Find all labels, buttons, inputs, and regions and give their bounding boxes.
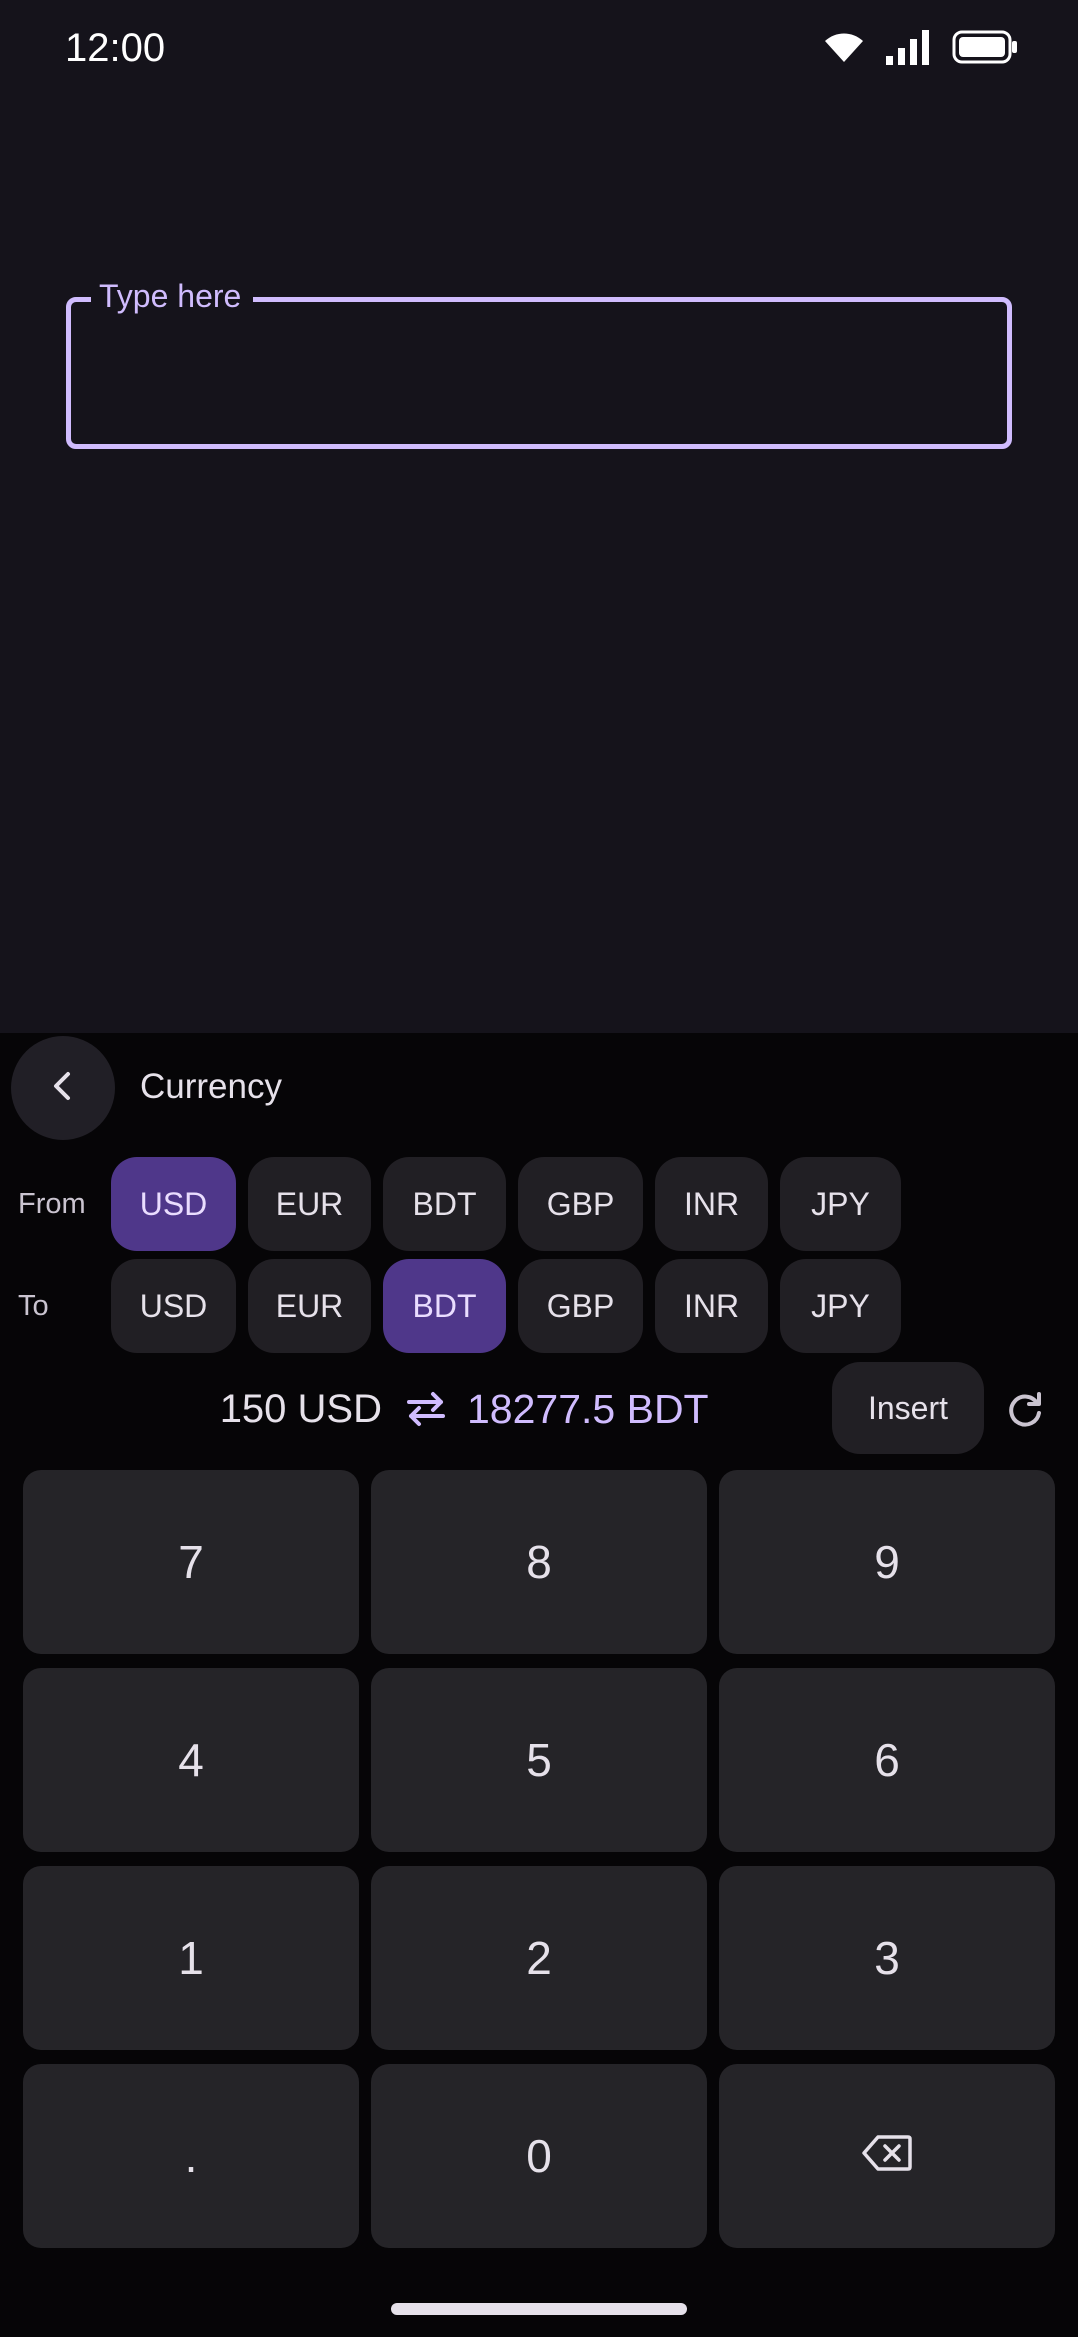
from-label: From bbox=[18, 1188, 86, 1220]
key-1[interactable]: 1 bbox=[23, 1866, 359, 2050]
from-chip-eur[interactable]: EUR bbox=[248, 1157, 371, 1251]
backspace-key[interactable] bbox=[719, 2064, 1055, 2248]
to-chip-gbp[interactable]: GBP bbox=[518, 1259, 643, 1353]
chevron-left-icon bbox=[43, 1066, 83, 1111]
from-chip-inr[interactable]: INR bbox=[655, 1157, 768, 1251]
key-7[interactable]: 7 bbox=[23, 1470, 359, 1654]
refresh-icon[interactable] bbox=[1004, 1389, 1046, 1431]
key-0[interactable]: 0 bbox=[371, 2064, 707, 2248]
from-chip-bdt[interactable]: BDT bbox=[383, 1157, 506, 1251]
from-chip-usd[interactable]: USD bbox=[111, 1157, 236, 1251]
panel-title: Currency bbox=[140, 1067, 282, 1106]
key-6[interactable]: 6 bbox=[719, 1668, 1055, 1852]
home-indicator[interactable] bbox=[391, 2303, 687, 2315]
cellular-signal-icon bbox=[886, 29, 930, 70]
key-8[interactable]: 8 bbox=[371, 1470, 707, 1654]
to-chip-eur[interactable]: EUR bbox=[248, 1259, 371, 1353]
key-9[interactable]: 9 bbox=[719, 1470, 1055, 1654]
backspace-icon bbox=[862, 2129, 912, 2183]
to-label: To bbox=[18, 1290, 49, 1322]
from-chip-jpy[interactable]: JPY bbox=[780, 1157, 901, 1251]
key-4[interactable]: 4 bbox=[23, 1668, 359, 1852]
key-decimal[interactable]: . bbox=[23, 2064, 359, 2248]
status-icons bbox=[824, 28, 1018, 70]
to-chip-inr[interactable]: INR bbox=[655, 1259, 768, 1353]
swap-horiz-icon bbox=[403, 1386, 449, 1432]
insert-button[interactable]: Insert bbox=[832, 1362, 984, 1454]
conversion-amount: 150 USD bbox=[219, 1387, 382, 1431]
back-button[interactable] bbox=[11, 1036, 115, 1140]
wifi-icon bbox=[824, 31, 864, 68]
text-input-field[interactable]: Type here bbox=[66, 274, 1012, 449]
conversion-result: 18277.5 BDT bbox=[467, 1386, 709, 1432]
text-field-label: Type here bbox=[91, 274, 254, 318]
status-time: 12:00 bbox=[65, 26, 166, 70]
battery-icon bbox=[952, 30, 1018, 69]
key-3[interactable]: 3 bbox=[719, 1866, 1055, 2050]
to-chip-jpy[interactable]: JPY bbox=[780, 1259, 901, 1353]
from-chip-gbp[interactable]: GBP bbox=[518, 1157, 643, 1251]
to-chip-usd[interactable]: USD bbox=[111, 1259, 236, 1353]
key-5[interactable]: 5 bbox=[371, 1668, 707, 1852]
to-chip-bdt[interactable]: BDT bbox=[383, 1259, 506, 1353]
key-2[interactable]: 2 bbox=[371, 1866, 707, 2050]
status-bar: 12:00 bbox=[0, 0, 1078, 96]
